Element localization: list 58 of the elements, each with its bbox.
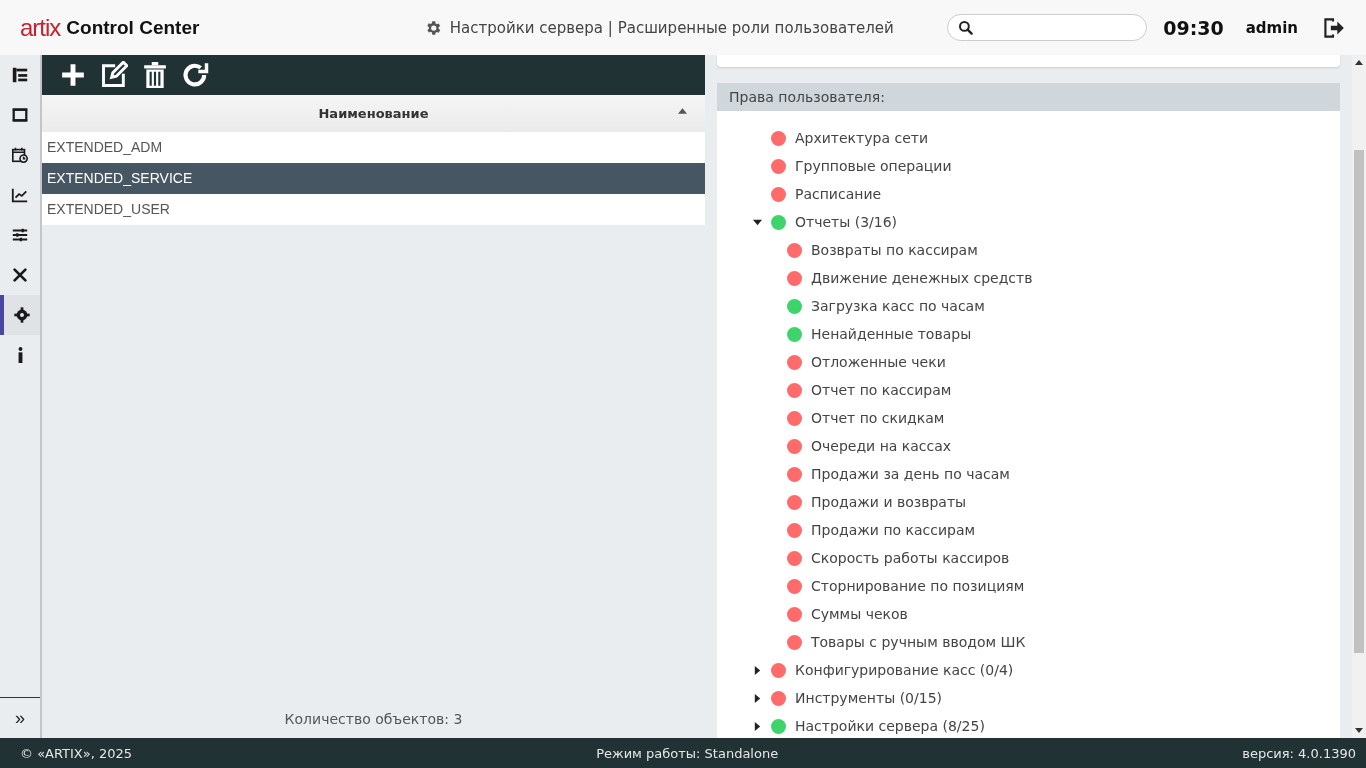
section-header: Права пользователя: bbox=[717, 83, 1340, 111]
tree-list-icon bbox=[11, 66, 29, 84]
collapse-caret-icon[interactable] bbox=[753, 217, 762, 227]
column-header[interactable]: Наименование bbox=[42, 95, 705, 132]
clock-time: 09:30 bbox=[1163, 16, 1224, 39]
tree-item[interactable]: Настройки сервера (8/25) bbox=[795, 718, 985, 734]
line-chart-icon bbox=[11, 186, 29, 204]
search-field[interactable] bbox=[947, 14, 1148, 41]
tree-item[interactable]: Продажи по кассирам bbox=[811, 522, 976, 538]
expand-sidebar-button[interactable]: » bbox=[0, 698, 40, 738]
logo-mark: artix bbox=[20, 13, 61, 42]
expand-caret-icon[interactable] bbox=[753, 665, 762, 675]
tree-item[interactable]: Товары с ручным вводом ШК bbox=[811, 634, 1026, 650]
search-icon bbox=[958, 19, 975, 36]
tree-item[interactable]: Скорость работы кассиров bbox=[811, 550, 1010, 566]
tree-item[interactable]: Архитектура сети bbox=[795, 130, 928, 146]
mode-text: Режим работы: Standalone bbox=[596, 745, 779, 761]
tree-item[interactable]: Групповые операции bbox=[795, 158, 952, 174]
tree-item[interactable]: Возвраты по кассирам bbox=[811, 242, 978, 258]
tree-item[interactable]: Суммы чеков bbox=[811, 606, 908, 622]
tree-item[interactable]: Инструменты (0/15) bbox=[795, 690, 942, 706]
tree-item[interactable]: Сторнирование по позициям bbox=[811, 578, 1025, 594]
delete-button[interactable] bbox=[142, 62, 168, 88]
tree-item[interactable]: Отчет по кассирам bbox=[811, 382, 952, 398]
object-count: Количество объектов: 3 bbox=[283, 710, 464, 729]
scrollbar[interactable] bbox=[1352, 55, 1366, 738]
frame-icon bbox=[11, 106, 29, 124]
expand-caret-icon[interactable] bbox=[753, 721, 762, 731]
tree-item[interactable]: Продажи и возвраты bbox=[811, 494, 967, 510]
tree-item[interactable]: Отчет по скидкам bbox=[811, 410, 945, 426]
version-text: версия: 4.0.1390 bbox=[1242, 745, 1356, 761]
tree-item[interactable]: Загрузка касс по часам bbox=[811, 298, 985, 314]
scroll-down-icon[interactable] bbox=[1355, 728, 1363, 733]
app-name: Control Center bbox=[66, 16, 200, 39]
tree-item[interactable]: Продажи за день по часам bbox=[811, 466, 1010, 482]
scroll-up-icon[interactable] bbox=[1355, 60, 1363, 65]
table-row[interactable]: EXTENDED_ADM bbox=[42, 132, 705, 163]
tree-item[interactable]: Ненайденные товары bbox=[811, 326, 972, 342]
refresh-button[interactable] bbox=[182, 61, 210, 89]
sort-icon bbox=[678, 108, 687, 114]
tree-item[interactable]: Движение денежных средств bbox=[811, 270, 1033, 286]
info-icon bbox=[17, 347, 23, 363]
tree-item[interactable]: Конфигурирование касс (0/4) bbox=[795, 662, 1014, 678]
tree-item[interactable]: Расписание bbox=[795, 186, 882, 202]
table-row[interactable]: EXTENDED_USER bbox=[42, 194, 705, 225]
edit-button[interactable] bbox=[100, 61, 128, 89]
tree-item[interactable]: Отложенные чеки bbox=[811, 354, 946, 370]
copyright-text: © «ARTIX», 2025 bbox=[20, 745, 133, 761]
expand-caret-icon[interactable] bbox=[753, 693, 762, 703]
page-title: Настройки сервера | Расширенные роли пользователей bbox=[449, 18, 894, 37]
tree-item[interactable]: Отчеты (3/16) bbox=[795, 214, 898, 230]
nav-item[interactable] bbox=[0, 295, 40, 335]
table-row[interactable]: EXTENDED_SERVICE bbox=[42, 163, 705, 194]
calendar-clock-icon bbox=[11, 146, 29, 164]
user-name: admin bbox=[1245, 18, 1298, 37]
sliders-icon bbox=[11, 226, 29, 244]
add-button[interactable] bbox=[60, 62, 86, 88]
tree-item[interactable]: Очереди на кассах bbox=[811, 438, 952, 454]
